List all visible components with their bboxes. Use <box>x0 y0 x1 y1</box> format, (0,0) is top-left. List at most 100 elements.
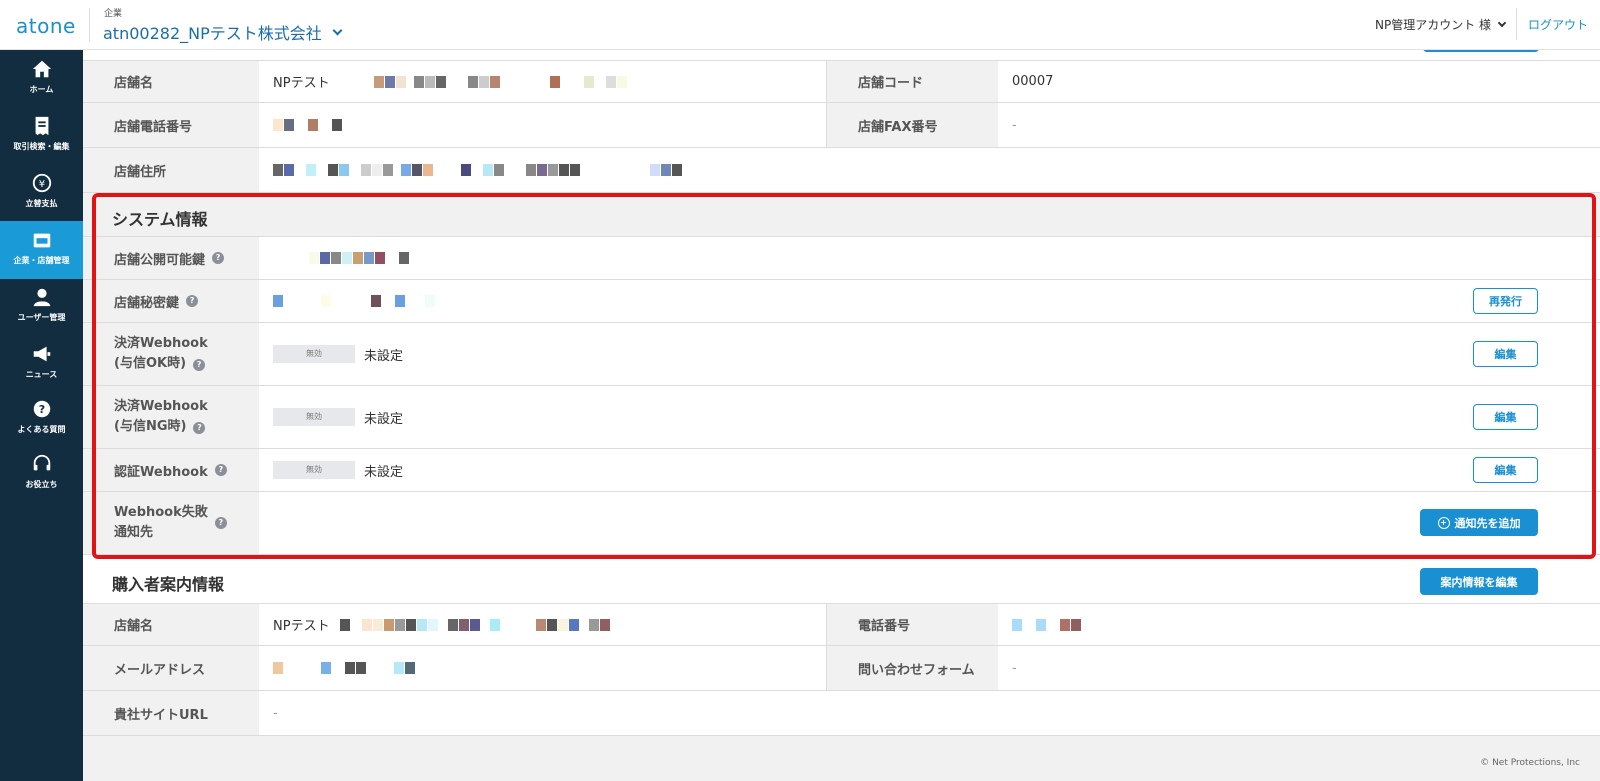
public-key-value <box>259 237 1059 279</box>
buyer-phone-value <box>998 604 1600 645</box>
row-secret-key: 店舗秘密鍵 ? 再発行 <box>83 280 1600 323</box>
store-address-label: 店舗住所 <box>83 148 259 192</box>
buyer-store-name-label: 店舗名 <box>83 604 259 645</box>
company-selector[interactable]: atn00282_NPテスト株式会社 <box>103 20 343 44</box>
row-buyer-store-name: 店舗名 NPテスト 電話番号 <box>83 603 1600 646</box>
sidebar-item-faq[interactable]: ? よくある質問 <box>0 390 83 448</box>
store-name-text: NPテスト <box>273 76 330 91</box>
reissue-button[interactable]: 再発行 <box>1473 288 1538 314</box>
row-store-name: 店舗名 NPテスト 店舗コード 00007 <box>83 60 1600 103</box>
webhook-ng-label-line2: (与信NG時) <box>114 419 187 434</box>
question-icon: ? <box>33 400 50 418</box>
chevron-down-icon <box>1497 18 1507 27</box>
buyer-store-name-value: NPテスト <box>259 604 824 645</box>
secret-key-value <box>259 280 1059 322</box>
row-webhook-ok: 決済Webhook (与信OK時)? 無効 未設定 編集 <box>83 323 1600 386</box>
header-divider <box>1516 8 1517 40</box>
svg-text:¥: ¥ <box>38 179 44 190</box>
buyer-info-title: 購入者案内情報 <box>112 575 225 594</box>
help-icon[interactable]: ? <box>186 295 199 307</box>
atone-logo[interactable]: atone <box>16 14 76 38</box>
buyer-store-name-text: NPテスト <box>273 619 330 634</box>
sidebar-item-transactions[interactable]: 取引検索・編集 <box>0 107 83 165</box>
redacted-text <box>373 74 628 89</box>
contact-form-value: - <box>1012 660 1017 676</box>
auth-webhook-label-text: 認証Webhook <box>114 464 208 480</box>
webhook-ng-label-line1: 決済Webhook <box>114 399 208 414</box>
sidebar-item-store-management[interactable]: 企業・店舗管理 <box>0 221 83 279</box>
auth-webhook-label: 認証Webhook ? <box>83 449 259 491</box>
company-name: atn00282_NPテスト株式会社 <box>103 24 322 43</box>
home-icon <box>32 60 51 78</box>
sidebar-item-label: ニュース <box>25 370 58 379</box>
sidebar-item-label: 取引検索・編集 <box>13 142 70 151</box>
account-name: NP管理アカウント 様 <box>1375 18 1492 32</box>
sidebar-item-home[interactable]: ホーム <box>0 50 83 108</box>
help-icon[interactable]: ? <box>214 517 227 529</box>
buyer-phone-label: 電話番号 <box>826 604 998 645</box>
megaphone-icon <box>33 346 50 362</box>
chevron-down-icon <box>332 25 343 35</box>
store-icon <box>33 233 50 248</box>
buyer-email-value <box>259 646 824 690</box>
sidebar-item-useful[interactable]: お役立ち <box>0 445 83 503</box>
store-name-value: NPテスト <box>259 61 824 102</box>
add-notify-button-label: 通知先を追加 <box>1454 516 1521 530</box>
store-fax-label: 店舗FAX番号 <box>826 103 998 147</box>
redacted-text <box>339 617 611 632</box>
sidebar-item-label: ホーム <box>29 85 54 94</box>
site-url-value: - <box>273 705 278 721</box>
webhook-ok-label-line2: (与信OK時) <box>114 356 187 371</box>
row-store-address: 店舗住所 <box>83 148 1600 193</box>
sidebar-nav: ホーム 取引検索・編集 ¥ 立替支払 企業・店舗管理 ユーザー管理 ニュース ?… <box>0 50 83 781</box>
webhook-ok-status: 未設定 <box>364 348 404 364</box>
edit-buyer-info-button[interactable]: 案内情報を編集 <box>1420 568 1538 595</box>
webhook-ok-label: 決済Webhook (与信OK時)? <box>83 323 259 385</box>
sidebar-item-payment[interactable]: ¥ 立替支払 <box>0 164 83 222</box>
top-header: atone 企業 atn00282_NPテスト株式会社 NP管理アカウント 様 … <box>0 0 1600 50</box>
public-key-label: 店舗公開可能鍵 ? <box>83 237 259 279</box>
row-buyer-email: メールアドレス 問い合わせフォーム - <box>83 646 1600 691</box>
secret-key-label-text: 店舗秘密鍵 <box>114 295 180 311</box>
edit-auth-webhook-button[interactable]: 編集 <box>1473 457 1538 483</box>
footer-area <box>83 736 1600 781</box>
store-code-label: 店舗コード <box>826 61 998 102</box>
system-info-title: システム情報 <box>112 210 208 229</box>
sidebar-item-label: 立替支払 <box>25 199 58 208</box>
sidebar-item-label: よくある質問 <box>17 425 66 434</box>
secret-key-label: 店舗秘密鍵 ? <box>83 280 259 322</box>
row-auth-webhook: 認証Webhook ? 無効 未設定 編集 <box>83 449 1600 492</box>
store-code-value: 00007 <box>1012 74 1054 89</box>
row-public-key: 店舗公開可能鍵 ? <box>83 237 1600 280</box>
row-webhook-ng: 決済Webhook (与信NG時)? 無効 未設定 編集 <box>83 386 1600 449</box>
help-icon[interactable]: ? <box>193 359 206 371</box>
webhook-ok-label-line1: 決済Webhook <box>114 336 208 351</box>
sidebar-item-users[interactable]: ユーザー管理 <box>0 278 83 336</box>
webhook-failure-label-line1: Webhook失敗 <box>114 505 208 520</box>
webhook-ok-value: 無効 未設定 <box>259 323 1059 385</box>
sidebar-item-news[interactable]: ニュース <box>0 335 83 393</box>
user-icon <box>33 288 50 307</box>
store-phone-label: 店舗電話番号 <box>83 103 259 147</box>
store-phone-value <box>259 103 824 147</box>
copyright-text: © Net Protections, Inc <box>1480 758 1580 768</box>
add-notify-button[interactable]: 通知先を追加 <box>1420 509 1538 536</box>
edit-webhook-ng-button[interactable]: 編集 <box>1473 404 1538 430</box>
svg-text:?: ? <box>38 403 44 416</box>
status-badge: 無効 <box>273 461 355 479</box>
webhook-ng-status: 未設定 <box>364 411 404 427</box>
auth-webhook-status: 未設定 <box>364 464 404 480</box>
contact-form-label: 問い合わせフォーム <box>826 646 998 690</box>
logout-link[interactable]: ログアウト <box>1528 16 1588 33</box>
webhook-ng-value: 無効 未設定 <box>259 386 1059 448</box>
help-icon[interactable]: ? <box>193 422 206 434</box>
help-icon[interactable]: ? <box>214 464 227 476</box>
edit-webhook-ok-button[interactable]: 編集 <box>1473 341 1538 367</box>
help-icon[interactable]: ? <box>212 252 225 264</box>
account-menu[interactable]: NP管理アカウント 様 <box>1375 16 1507 33</box>
main-content: 店舗名 NPテスト 店舗コード 00007 店舗電話番号 店舗FAX番号 - 店… <box>83 48 1600 781</box>
receipt-icon <box>35 116 48 136</box>
store-address-value <box>259 148 1600 192</box>
webhook-ng-label: 決済Webhook (与信NG時)? <box>83 386 259 448</box>
system-info-header: システム情報 <box>83 193 1600 237</box>
